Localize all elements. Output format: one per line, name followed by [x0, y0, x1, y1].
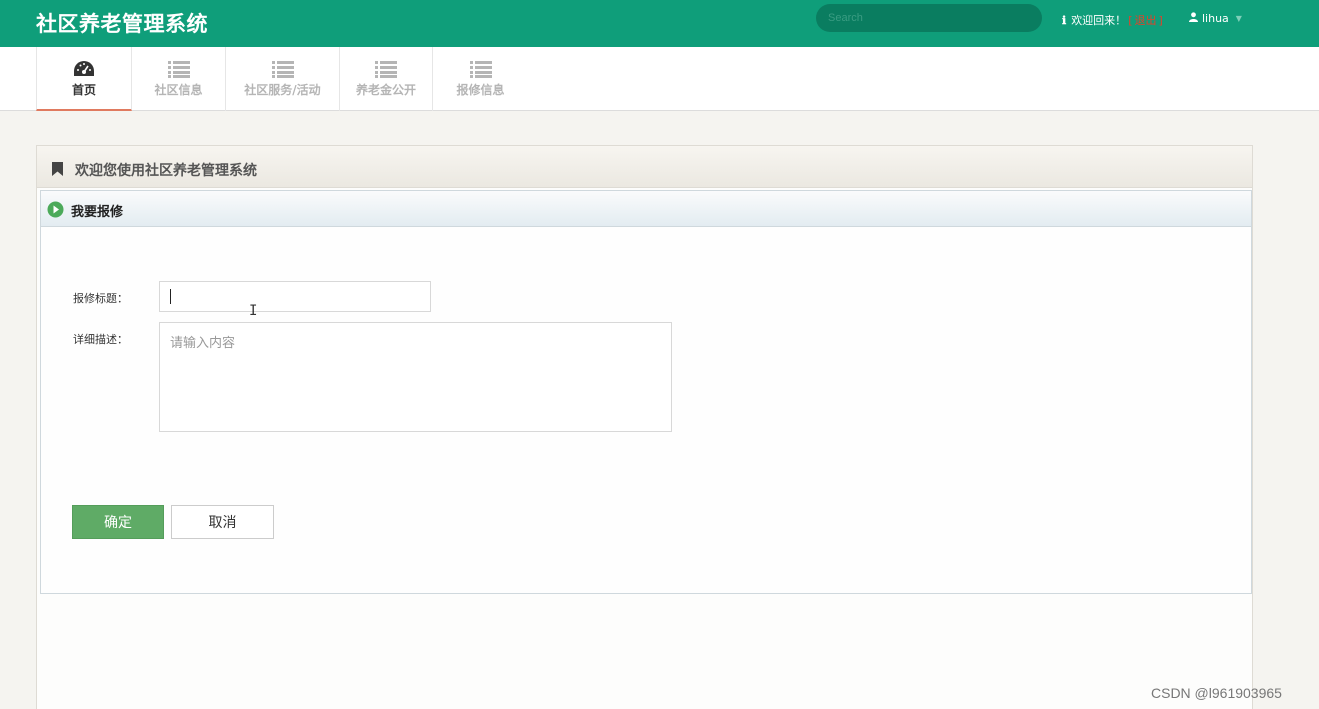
play-circle-icon — [47, 201, 64, 222]
repair-title-input[interactable] — [159, 281, 431, 312]
text-caret — [170, 289, 171, 304]
form-header: 我要报修 — [41, 191, 1251, 227]
repair-desc-textarea[interactable] — [159, 322, 672, 432]
panel-title: 欢迎您使用社区养老管理系统 — [75, 163, 257, 179]
list-icon — [271, 59, 294, 79]
main-nav: 首页 社区信息 社区服务/活动 养老金公开 报修信息 — [0, 47, 1319, 111]
main-panel: 欢迎您使用社区养老管理系统 我要报修 报修标题： I 详细描述： 确定 取消 — [36, 145, 1253, 709]
username: lihua — [1202, 12, 1229, 25]
app-title: 社区养老管理系统 — [36, 12, 208, 36]
welcome-area: ℹ 欢迎回来！ [ 退出 ] — [1062, 12, 1163, 28]
nav-label: 报修信息 — [456, 83, 505, 97]
cancel-button[interactable]: 取消 — [171, 505, 274, 539]
nav-item-pension[interactable]: 养老金公开 — [340, 47, 433, 111]
nav-label: 首页 — [71, 83, 96, 97]
logout-bracket-open: [ — [1128, 13, 1133, 27]
nav-label: 养老金公开 — [355, 83, 416, 97]
list-icon — [167, 59, 190, 79]
watermark: CSDN @l961903965 — [1151, 685, 1282, 701]
nav-label: 社区信息 — [154, 83, 203, 97]
logout-link[interactable]: 退出 — [1134, 12, 1156, 28]
repair-title-label: 报修标题： — [73, 292, 128, 305]
bookmark-icon — [52, 161, 63, 180]
submit-button[interactable]: 确定 — [72, 505, 164, 539]
list-icon — [375, 59, 397, 79]
ibeam-cursor-icon: I — [249, 303, 258, 319]
user-menu[interactable]: lihua ▼ — [1189, 12, 1242, 25]
repair-desc-label: 详细描述： — [73, 333, 128, 346]
chevron-down-icon: ▼ — [1235, 14, 1242, 23]
form-title: 我要报修 — [71, 205, 124, 220]
info-icon: ℹ — [1062, 13, 1067, 27]
logout-bracket-close: ] — [1158, 13, 1163, 27]
nav-item-home[interactable]: 首页 — [36, 47, 132, 111]
panel-header: 欢迎您使用社区养老管理系统 — [37, 146, 1252, 188]
nav-item-repair-info[interactable]: 报修信息 — [433, 47, 528, 111]
user-icon — [1189, 12, 1198, 25]
dashboard-icon — [73, 59, 95, 79]
top-bar: 社区养老管理系统 ℹ 欢迎回来！ [ 退出 ] lihua ▼ — [0, 0, 1319, 47]
search-input[interactable] — [816, 4, 1042, 32]
list-icon — [469, 59, 492, 79]
repair-form: 我要报修 报修标题： I 详细描述： 确定 取消 — [40, 190, 1252, 594]
nav-item-community-services[interactable]: 社区服务/活动 — [226, 47, 340, 111]
nav-item-community-info[interactable]: 社区信息 — [132, 47, 226, 111]
nav-label: 社区服务/活动 — [244, 83, 321, 97]
welcome-text: 欢迎回来！ — [1071, 14, 1127, 27]
